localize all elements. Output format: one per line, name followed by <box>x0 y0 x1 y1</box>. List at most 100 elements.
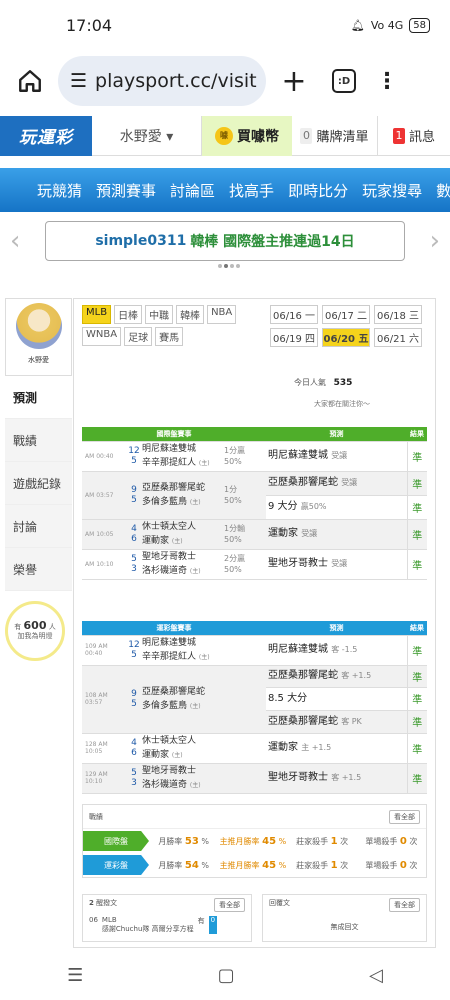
league-horse[interactable]: 賽馬 <box>155 327 184 346</box>
watch-text: 大家都在關注你～ <box>314 400 370 408</box>
replies-more-button[interactable]: 看全部 <box>389 898 420 912</box>
league-cpbl[interactable]: 中職 <box>145 305 174 324</box>
pick: 聖地牙哥教士 受讓 <box>266 549 407 580</box>
score: 95 <box>126 665 142 734</box>
date-0620[interactable]: 06/20 五 <box>322 328 370 347</box>
teams: 休士頓太空人 運動家 (主) <box>142 519 224 550</box>
banner-user: simple0311 <box>95 233 187 249</box>
profile-card[interactable]: 水野愛 <box>5 298 72 376</box>
league-filter: MLB 日棒 中職 韓棒 NBA WNBA 足球 賽馬 <box>82 305 252 346</box>
message-count: 1 <box>392 127 405 144</box>
game-time: 109 AM 00:40 <box>82 635 126 666</box>
fans-sub: 加我為明燈 <box>17 632 53 640</box>
teams: 明尼蘇達雙城 辛辛那提紅人 (主) <box>142 441 224 472</box>
table-row: AM 10:05 4 6 休士頓太空人 運動家 (主) 1分輸 50% 運動家 受讓準 <box>82 519 427 550</box>
table-row: AM 00:40 12 5 明尼蘇達雙城 辛辛那提紅人 (主) 1分贏 50% 明尼蘇達雙城 … <box>82 441 427 472</box>
nav-experts[interactable]: 找高手 <box>229 180 274 201</box>
score: 46 <box>126 733 142 764</box>
game-time: AM 10:10 <box>82 549 126 580</box>
fans-badge[interactable]: 有 600 人 加我為明燈 <box>5 601 65 661</box>
prediction-panel: MLB 日棒 中職 韓棒 NBA WNBA 足球 賽馬 06/16 一 06/1… <box>73 298 436 948</box>
league-kbo[interactable]: 韓棒 <box>176 305 205 324</box>
post-item[interactable]: 06 MLB 感謝Chuchu隊 高爾分享方程 有 0 <box>89 916 245 934</box>
tab-switcher-icon[interactable]: :D <box>332 69 356 93</box>
cart-label: 購牌清單 <box>316 130 369 145</box>
table-row: 128 AM 10:05 4 6 休士頓太空人 運動家 (主) 運動家 主 +1.5 準 <box>82 733 427 764</box>
teams: 聖地牙哥教士 洛杉磯道奇 (主) <box>142 763 224 794</box>
result: 準 <box>406 495 427 520</box>
side-tab-discuss[interactable]: 討論 <box>5 505 72 548</box>
table-row: 109 AM 00:40 12 5 明尼蘇達雙城 辛辛那提紅人 (主) 明尼蘇達雙城 客 … <box>82 635 427 666</box>
site-logo[interactable]: 玩運彩 <box>0 115 92 156</box>
date-0619[interactable]: 06/19 四 <box>270 328 318 347</box>
main-nav: 玩競猜 預測賽事 討論區 找高手 即時比分 玩家搜尋 數據 <box>0 168 450 212</box>
result: 準 <box>406 733 427 764</box>
coin-icon: 噱 <box>215 126 233 145</box>
posts-more-button[interactable]: 看全部 <box>214 898 245 912</box>
league-mlb[interactable]: MLB <box>82 305 112 324</box>
date-0617[interactable]: 06/17 二 <box>322 305 370 324</box>
result: 準 <box>406 635 427 666</box>
new-tab-icon[interactable]: + <box>276 64 312 99</box>
pick: 8.5 大分 <box>266 687 407 711</box>
date-0618[interactable]: 06/18 三 <box>374 305 422 324</box>
table-row: AM 10:10 5 3 聖地牙哥教士 洛杉磯道奇 (主) 2分贏 50% 聖地牙哥教士 受讓… <box>82 549 427 580</box>
cart-link[interactable]: 0 購牌清單 <box>292 115 378 156</box>
result: 準 <box>406 471 427 496</box>
score: 95 <box>126 471 142 520</box>
recents-icon[interactable]: ☰ <box>67 965 83 986</box>
record-label: 國際盤 <box>83 831 149 851</box>
back-icon[interactable]: ◁ <box>369 965 383 986</box>
clock: 17:04 <box>66 15 113 35</box>
home-icon[interactable] <box>12 63 48 99</box>
home-button-icon[interactable]: ▢ <box>218 965 235 986</box>
record-more-button[interactable]: 看全部 <box>389 809 420 824</box>
nav-data[interactable]: 數據 <box>436 180 450 201</box>
user-menu[interactable]: 水野愛 ▾ <box>92 115 202 156</box>
messages-label: 訊息 <box>408 130 435 145</box>
league-soccer[interactable]: 足球 <box>124 327 153 346</box>
game-time: 129 AM 10:10 <box>82 763 126 794</box>
profile-name: 水野愛 <box>28 356 49 364</box>
nav-livescore[interactable]: 即時比分 <box>288 180 348 201</box>
line <box>224 665 266 734</box>
pick: 運動家 主 +1.5 <box>266 733 407 764</box>
pick: 亞歷桑那響尾蛇 客 +1.5 <box>266 665 407 689</box>
score: 53 <box>126 549 142 580</box>
chevron-right-icon[interactable]: › <box>430 226 440 256</box>
banner-message[interactable]: simple0311 韓棒 國際盤主推連過14日 <box>45 221 405 261</box>
avatar <box>15 303 62 349</box>
side-tab-record[interactable]: 戰績 <box>5 419 72 462</box>
league-npb[interactable]: 日棒 <box>114 305 143 324</box>
pick: 聖地牙哥教士 客 +1.5 <box>266 763 407 794</box>
league-nba[interactable]: NBA <box>207 305 237 324</box>
address-bar[interactable]: ☰ playsport.cc/visit <box>58 56 266 106</box>
nav-predict[interactable]: 預測賽事 <box>96 180 156 201</box>
line <box>224 635 266 666</box>
score: 46 <box>126 519 142 550</box>
teams: 亞歷桑那響尾蛇 多倫多藍鳥 (主) <box>142 471 224 520</box>
table-row: 108 AM 03:57 9 5 亞歷桑那響尾蛇 多倫多藍鳥 (主) 亞歷桑那響尾蛇 客 … <box>82 665 427 734</box>
score: 12 5 <box>126 635 142 666</box>
date-0616[interactable]: 06/16 一 <box>270 305 318 324</box>
game-time: AM 03:57 <box>82 471 126 520</box>
nav-forum[interactable]: 討論區 <box>170 180 215 201</box>
teams: 聖地牙哥教士 洛杉磯道奇 (主) <box>142 549 224 580</box>
menu-icon[interactable]: ⋮ <box>376 69 398 94</box>
nav-play[interactable]: 玩競猜 <box>37 180 82 201</box>
site-settings-icon[interactable]: ☰ <box>70 70 87 92</box>
messages-link[interactable]: 1 訊息 <box>378 126 450 145</box>
side-tab-predict[interactable]: 預測 <box>5 376 72 419</box>
side-tab-honor[interactable]: 榮譽 <box>5 548 72 591</box>
line: 2分贏 50% <box>224 549 266 580</box>
side-tab-games[interactable]: 遊戲紀錄 <box>5 462 72 505</box>
league-wnba[interactable]: WNBA <box>82 327 122 346</box>
table-header: 國際盤賽事 預測 結果 <box>82 427 427 442</box>
nav-search[interactable]: 玩家搜尋 <box>362 180 422 201</box>
status-icons: 🔔︎ Vo 4G 58 <box>351 17 430 33</box>
line: 1分輸 50% <box>224 519 266 550</box>
teams: 明尼蘇達雙城 辛辛那提紅人 (主) <box>142 635 224 666</box>
buy-coins-button[interactable]: 噱 買噱幣 <box>202 115 292 156</box>
date-0621[interactable]: 06/21 六 <box>374 328 422 347</box>
chevron-left-icon[interactable]: ‹ <box>10 226 20 256</box>
